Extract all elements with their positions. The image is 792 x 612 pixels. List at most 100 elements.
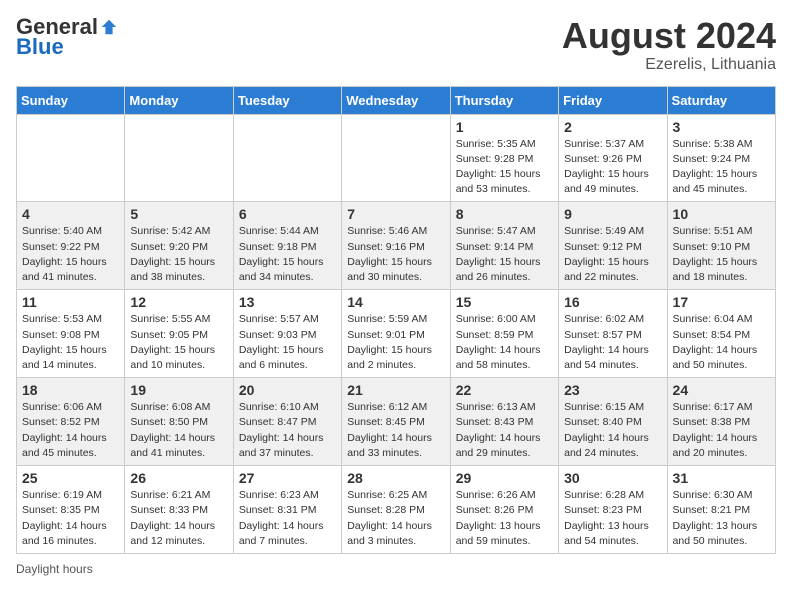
day-info: Sunrise: 5:35 AM Sunset: 9:28 PM Dayligh…	[456, 137, 553, 198]
day-number: 14	[347, 294, 444, 310]
day-info: Sunrise: 5:46 AM Sunset: 9:16 PM Dayligh…	[347, 224, 444, 285]
day-number: 15	[456, 294, 553, 310]
day-info: Sunrise: 6:13 AM Sunset: 8:43 PM Dayligh…	[456, 400, 553, 461]
day-info: Sunrise: 5:51 AM Sunset: 9:10 PM Dayligh…	[673, 224, 770, 285]
day-info: Sunrise: 6:21 AM Sunset: 8:33 PM Dayligh…	[130, 488, 227, 549]
day-info: Sunrise: 5:44 AM Sunset: 9:18 PM Dayligh…	[239, 224, 336, 285]
calendar-cell: 14Sunrise: 5:59 AM Sunset: 9:01 PM Dayli…	[342, 290, 450, 378]
calendar-cell	[125, 114, 233, 202]
day-info: Sunrise: 5:49 AM Sunset: 9:12 PM Dayligh…	[564, 224, 661, 285]
calendar-week-row: 18 Sunrise: 6:06 AM Sunset: 8:52 PM Dayli…	[17, 378, 776, 466]
day-number: 28	[347, 470, 444, 486]
calendar-cell: 5 Sunrise: 5:42 AM Sunset: 9:20 PM Daylig…	[125, 202, 233, 290]
day-number: 5	[130, 206, 227, 222]
calendar-header-row: SundayMondayTuesdayWednesdayThursdayFrid…	[17, 86, 776, 114]
day-number: 27	[239, 470, 336, 486]
calendar-week-row: 4 Sunrise: 5:40 AM Sunset: 9:22 PM Daylig…	[17, 202, 776, 290]
col-header-thursday: Thursday	[450, 86, 558, 114]
day-info: Sunrise: 6:28 AM Sunset: 8:23 PM Dayligh…	[564, 488, 661, 549]
day-info: Sunrise: 6:02 AM Sunset: 8:57 PM Dayligh…	[564, 312, 661, 373]
calendar-cell: 2Sunrise: 5:37 AM Sunset: 9:26 PM Daylig…	[559, 114, 667, 202]
calendar-cell: 11 Sunrise: 5:53 AM Sunset: 9:08 PM Dayli…	[17, 290, 125, 378]
calendar-week-row: 1 Sunrise: 5:35 AM Sunset: 9:28 PM Daylig…	[17, 114, 776, 202]
calendar-cell	[17, 114, 125, 202]
calendar-cell: 10Sunrise: 5:51 AM Sunset: 9:10 PM Dayli…	[667, 202, 775, 290]
col-header-saturday: Saturday	[667, 86, 775, 114]
logo: General Blue	[16, 16, 118, 60]
day-info: Sunrise: 6:25 AM Sunset: 8:28 PM Dayligh…	[347, 488, 444, 549]
month-year-title: August 2024	[562, 16, 776, 56]
calendar-cell: 4 Sunrise: 5:40 AM Sunset: 9:22 PM Daylig…	[17, 202, 125, 290]
day-number: 31	[673, 470, 770, 486]
day-info: Sunrise: 5:42 AM Sunset: 9:20 PM Dayligh…	[130, 224, 227, 285]
calendar-cell: 20Sunrise: 6:10 AM Sunset: 8:47 PM Dayli…	[233, 378, 341, 466]
calendar-week-row: 25Sunrise: 6:19 AM Sunset: 8:35 PM Dayli…	[17, 466, 776, 554]
calendar-week-row: 11 Sunrise: 5:53 AM Sunset: 9:08 PM Dayli…	[17, 290, 776, 378]
day-info: Sunrise: 5:53 AM Sunset: 9:08 PM Dayligh…	[22, 312, 119, 373]
calendar-cell: 17 Sunrise: 6:04 AM Sunset: 8:54 PM Dayli…	[667, 290, 775, 378]
day-number: 21	[347, 382, 444, 398]
calendar-cell: 12Sunrise: 5:55 AM Sunset: 9:05 PM Dayli…	[125, 290, 233, 378]
day-info: Sunrise: 5:38 AM Sunset: 9:24 PM Dayligh…	[673, 137, 770, 198]
calendar-cell: 1 Sunrise: 5:35 AM Sunset: 9:28 PM Daylig…	[450, 114, 558, 202]
day-number: 17	[673, 294, 770, 310]
day-info: Sunrise: 5:55 AM Sunset: 9:05 PM Dayligh…	[130, 312, 227, 373]
calendar-cell: 27 Sunrise: 6:23 AM Sunset: 8:31 PM Dayli…	[233, 466, 341, 554]
day-info: Sunrise: 6:06 AM Sunset: 8:52 PM Dayligh…	[22, 400, 119, 461]
day-number: 23	[564, 382, 661, 398]
day-number: 6	[239, 206, 336, 222]
day-info: Sunrise: 6:30 AM Sunset: 8:21 PM Dayligh…	[673, 488, 770, 549]
calendar-table: SundayMondayTuesdayWednesdayThursdayFrid…	[16, 86, 776, 554]
day-number: 19	[130, 382, 227, 398]
day-number: 20	[239, 382, 336, 398]
calendar-cell: 26Sunrise: 6:21 AM Sunset: 8:33 PM Dayli…	[125, 466, 233, 554]
day-number: 4	[22, 206, 119, 222]
calendar-cell: 9 Sunrise: 5:49 AM Sunset: 9:12 PM Daylig…	[559, 202, 667, 290]
calendar-cell	[233, 114, 341, 202]
footer-note: Daylight hours	[16, 562, 776, 576]
calendar-cell: 8 Sunrise: 5:47 AM Sunset: 9:14 PM Daylig…	[450, 202, 558, 290]
day-number: 16	[564, 294, 661, 310]
page-header: General Blue August 2024 Ezerelis, Lithu…	[16, 16, 776, 74]
col-header-friday: Friday	[559, 86, 667, 114]
calendar-cell: 31 Sunrise: 6:30 AM Sunset: 8:21 PM Dayli…	[667, 466, 775, 554]
day-info: Sunrise: 5:57 AM Sunset: 9:03 PM Dayligh…	[239, 312, 336, 373]
col-header-sunday: Sunday	[17, 86, 125, 114]
day-number: 2	[564, 119, 661, 135]
calendar-cell: 6 Sunrise: 5:44 AM Sunset: 9:18 PM Daylig…	[233, 202, 341, 290]
calendar-cell: 19Sunrise: 6:08 AM Sunset: 8:50 PM Dayli…	[125, 378, 233, 466]
day-number: 18	[22, 382, 119, 398]
calendar-cell: 3Sunrise: 5:38 AM Sunset: 9:24 PM Daylig…	[667, 114, 775, 202]
day-info: Sunrise: 5:40 AM Sunset: 9:22 PM Dayligh…	[22, 224, 119, 285]
calendar-cell: 30 Sunrise: 6:28 AM Sunset: 8:23 PM Dayli…	[559, 466, 667, 554]
day-number: 13	[239, 294, 336, 310]
calendar-cell: 29Sunrise: 6:26 AM Sunset: 8:26 PM Dayli…	[450, 466, 558, 554]
day-info: Sunrise: 6:23 AM Sunset: 8:31 PM Dayligh…	[239, 488, 336, 549]
day-info: Sunrise: 6:17 AM Sunset: 8:38 PM Dayligh…	[673, 400, 770, 461]
calendar-cell: 23 Sunrise: 6:15 AM Sunset: 8:40 PM Dayli…	[559, 378, 667, 466]
day-number: 24	[673, 382, 770, 398]
col-header-monday: Monday	[125, 86, 233, 114]
day-number: 1	[456, 119, 553, 135]
day-number: 30	[564, 470, 661, 486]
day-number: 8	[456, 206, 553, 222]
day-number: 9	[564, 206, 661, 222]
day-info: Sunrise: 6:00 AM Sunset: 8:59 PM Dayligh…	[456, 312, 553, 373]
calendar-cell: 15 Sunrise: 6:00 AM Sunset: 8:59 PM Dayli…	[450, 290, 558, 378]
day-number: 11	[22, 294, 119, 310]
day-number: 25	[22, 470, 119, 486]
day-number: 7	[347, 206, 444, 222]
calendar-cell: 24 Sunrise: 6:17 AM Sunset: 8:38 PM Dayli…	[667, 378, 775, 466]
logo-blue-text: Blue	[16, 34, 64, 60]
day-info: Sunrise: 6:04 AM Sunset: 8:54 PM Dayligh…	[673, 312, 770, 373]
day-number: 29	[456, 470, 553, 486]
calendar-cell: 21 Sunrise: 6:12 AM Sunset: 8:45 PM Dayli…	[342, 378, 450, 466]
logo-icon	[100, 18, 118, 36]
calendar-cell	[342, 114, 450, 202]
day-info: Sunrise: 5:47 AM Sunset: 9:14 PM Dayligh…	[456, 224, 553, 285]
day-number: 22	[456, 382, 553, 398]
calendar-cell: 18 Sunrise: 6:06 AM Sunset: 8:52 PM Dayli…	[17, 378, 125, 466]
day-info: Sunrise: 6:15 AM Sunset: 8:40 PM Dayligh…	[564, 400, 661, 461]
location-subtitle: Ezerelis, Lithuania	[562, 56, 776, 74]
day-info: Sunrise: 6:12 AM Sunset: 8:45 PM Dayligh…	[347, 400, 444, 461]
